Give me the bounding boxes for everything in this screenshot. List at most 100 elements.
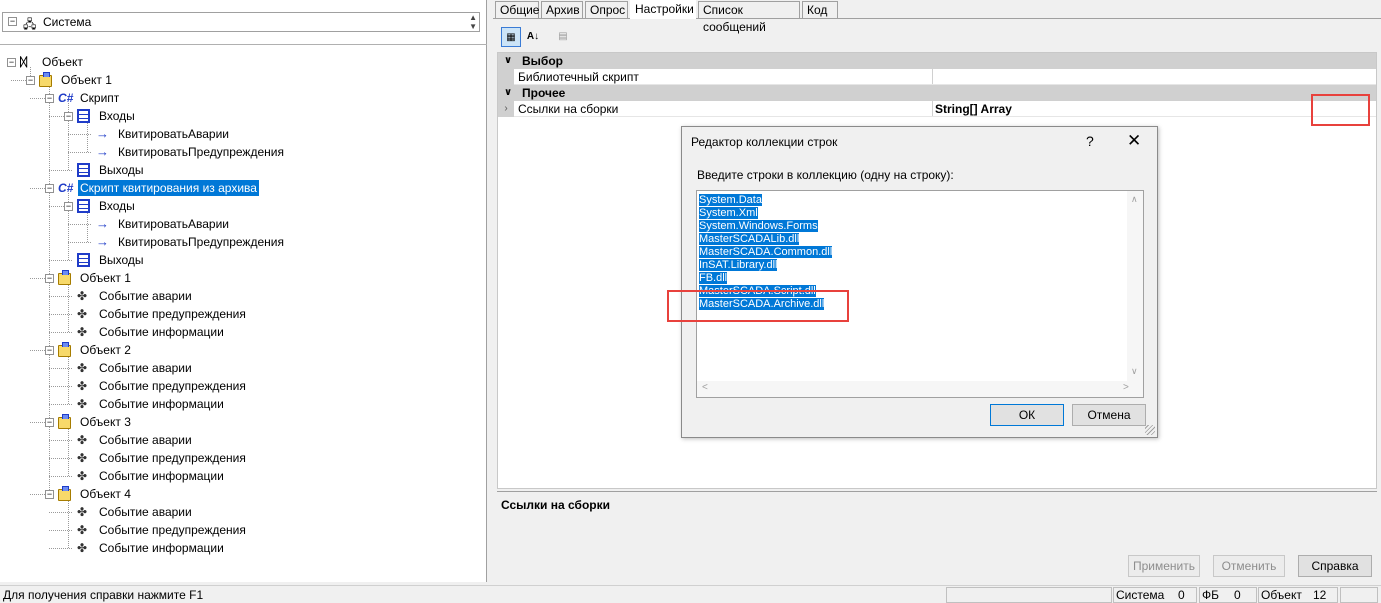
- tree-guide-line: [49, 476, 72, 477]
- tab-item[interactable]: Опрос: [585, 1, 628, 18]
- tree-node-label: Объект 4: [80, 487, 131, 501]
- event-icon: ✤: [77, 433, 88, 447]
- tree-node[interactable]: − Объект 4: [0, 485, 487, 503]
- tree-node[interactable]: − Входы: [0, 107, 487, 125]
- collection-line-text: System.Data: [699, 194, 762, 206]
- tree-guide-line: [49, 530, 72, 531]
- apply-button[interactable]: Применить: [1128, 555, 1200, 577]
- object-tree[interactable]: − ᛞ Объект − Объект 1− C# Скрипт − Входы → Квитиро…: [0, 53, 487, 573]
- tree-node[interactable]: ✤ Событие предупреждения: [0, 521, 487, 539]
- close-icon[interactable]: ✕: [1127, 131, 1141, 151]
- description-title: Ссылки на сборки: [501, 498, 610, 512]
- tree-node[interactable]: → КвитироватьАварии: [0, 125, 487, 143]
- collapse-icon[interactable]: −: [45, 94, 54, 103]
- object-icon: [58, 342, 71, 357]
- collection-line-text: FB.dll: [699, 272, 728, 284]
- sort-az-icon[interactable]: A↓: [523, 27, 543, 47]
- collapse-icon[interactable]: −: [45, 418, 54, 427]
- tree-node[interactable]: Выходы: [0, 161, 487, 179]
- scroll-right-icon[interactable]: >: [1123, 382, 1129, 393]
- collection-line: System.Xml: [699, 207, 832, 220]
- scroll-up-icon[interactable]: ∧: [1131, 194, 1138, 205]
- tree-node[interactable]: − Объект 1: [0, 71, 487, 89]
- tree-guide-line: [49, 386, 72, 387]
- tab-item[interactable]: Код: [802, 1, 838, 18]
- scroll-down-icon[interactable]: ∨: [1131, 366, 1138, 377]
- dialog-cancel-button[interactable]: Отмена: [1072, 404, 1146, 426]
- tree-node[interactable]: Выходы: [0, 251, 487, 269]
- collection-line: System.Data: [699, 194, 832, 207]
- help-button[interactable]: Справка: [1298, 555, 1372, 577]
- tree-node[interactable]: → КвитироватьПредупреждения: [0, 233, 487, 251]
- vertical-scrollbar[interactable]: ∧ ∨: [1127, 191, 1143, 381]
- chevron-right-icon[interactable]: ›: [498, 101, 514, 117]
- tree-node[interactable]: ✤ Событие информации: [0, 539, 487, 557]
- help-icon[interactable]: ?: [1086, 133, 1094, 149]
- tree-node-label: Событие аварии: [99, 433, 192, 447]
- tab-item[interactable]: Общие: [495, 1, 539, 18]
- tab-item[interactable]: Настройки: [630, 0, 696, 19]
- collapse-icon[interactable]: −: [7, 58, 16, 67]
- dialog-title: Редактор коллекции строк: [691, 135, 838, 149]
- tree-node[interactable]: − Входы: [0, 197, 487, 215]
- tree-node[interactable]: − Объект 1: [0, 269, 487, 287]
- collapse-icon[interactable]: −: [64, 112, 73, 121]
- ok-button[interactable]: ОК: [990, 404, 1064, 426]
- tree-node[interactable]: → КвитироватьПредупреждения: [0, 143, 487, 161]
- tree-guide-line: [49, 512, 72, 513]
- chevron-down-icon[interactable]: ∨: [504, 85, 512, 101]
- status-fb-label: ФБ: [1202, 588, 1219, 602]
- tree-node[interactable]: ✤ Событие аварии: [0, 287, 487, 305]
- tree-node[interactable]: − C# Скрипт квитирования из архива: [0, 179, 487, 197]
- tab-item[interactable]: Архив: [541, 1, 583, 18]
- tree-node[interactable]: − Объект 2: [0, 341, 487, 359]
- horizontal-scrollbar[interactable]: < >: [697, 381, 1143, 397]
- cancel-button[interactable]: Отменить: [1213, 555, 1285, 577]
- tab-item[interactable]: Список сообщений: [698, 1, 800, 34]
- collection-line: MasterSCADA.Common.dll: [699, 246, 833, 259]
- tree-node[interactable]: ✤ Событие предупреждения: [0, 305, 487, 323]
- tree-guide-line: [49, 170, 72, 171]
- tree-node[interactable]: − C# Скрипт: [0, 89, 487, 107]
- propgrid-toolbar: ▦ A↓ ▤: [497, 24, 1381, 50]
- scroll-left-icon[interactable]: <: [702, 382, 708, 393]
- tree-node[interactable]: − Объект 3: [0, 413, 487, 431]
- property-row-library-script[interactable]: Библиотечный скрипт: [498, 69, 1376, 85]
- tree-node[interactable]: ✤ Событие предупреждения: [0, 449, 487, 467]
- category-other[interactable]: ∨ Прочее: [498, 85, 1376, 101]
- tree-node-label: Объект 2: [80, 343, 131, 357]
- collapse-icon[interactable]: −: [64, 202, 73, 211]
- property-value[interactable]: [932, 69, 1376, 84]
- tree-node[interactable]: ✤ Событие информации: [0, 323, 487, 341]
- tree-node[interactable]: ✤ Событие аварии: [0, 359, 487, 377]
- system-selector[interactable]: − 🖧 Система ▲ ▼: [2, 12, 480, 32]
- status-fb: ФБ 0: [1199, 587, 1257, 603]
- object-tree-pane: − 🖧 Система ▲ ▼ − ᛞ Объект − Объект 1− C# Скрип…: [0, 0, 487, 582]
- collapse-icon[interactable]: −: [45, 346, 54, 355]
- collapse-icon[interactable]: −: [26, 76, 35, 85]
- property-row-assembly-refs[interactable]: › Ссылки на сборки String[] Array: [498, 101, 1376, 117]
- tree-node[interactable]: ✤ Событие информации: [0, 467, 487, 485]
- tree-node-label: Выходы: [99, 163, 144, 177]
- chevron-down-icon[interactable]: ∨: [504, 53, 512, 69]
- collapse-icon[interactable]: −: [45, 490, 54, 499]
- string-collection-editor-dialog: Редактор коллекции строк ? ✕ Введите стр…: [681, 126, 1158, 438]
- property-value[interactable]: String[] Array: [932, 101, 1376, 116]
- tree-node[interactable]: ✤ Событие аварии: [0, 431, 487, 449]
- collapse-icon[interactable]: −: [45, 274, 54, 283]
- resize-grip[interactable]: [1145, 425, 1155, 435]
- tree-node[interactable]: ✤ Событие предупреждения: [0, 377, 487, 395]
- tree-node[interactable]: ✤ Событие аварии: [0, 503, 487, 521]
- categorized-icon[interactable]: ▦: [501, 27, 521, 47]
- tree-node[interactable]: ✤ Событие информации: [0, 395, 487, 413]
- object-icon: [58, 414, 71, 429]
- tree-node[interactable]: → КвитироватьАварии: [0, 215, 487, 233]
- tree-node-label: Объект 3: [80, 415, 131, 429]
- tree-node[interactable]: − ᛞ Объект: [0, 53, 487, 71]
- category-select[interactable]: ∨ Выбор: [498, 53, 1376, 69]
- collapse-icon[interactable]: −: [8, 17, 17, 26]
- collapse-icon[interactable]: −: [45, 184, 54, 193]
- tree-guide-line: [49, 368, 72, 369]
- property-pages-icon[interactable]: ▤: [553, 27, 573, 47]
- spin-arrows-icon[interactable]: ▲ ▼: [469, 13, 477, 31]
